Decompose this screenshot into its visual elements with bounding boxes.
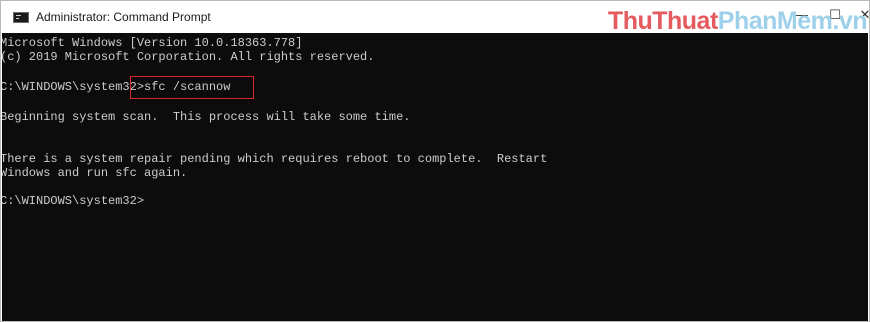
console-line-repair-pending: There is a system repair pending which r… bbox=[2, 152, 548, 166]
command-highlight-box bbox=[130, 76, 254, 99]
watermark-text-part1: ThuThuat bbox=[607, 7, 718, 35]
console-line-copyright: (c) 2019 Microsoft Corporation. All righ… bbox=[2, 50, 375, 64]
command-prompt-icon[interactable] bbox=[13, 12, 29, 23]
title-bar[interactable]: Administrator: Command Prompt — ☐ ✕ ThuT… bbox=[1, 1, 870, 35]
console-line-version: Microsoft Windows [Version 10.0.18363.77… bbox=[2, 36, 303, 50]
console-line-prompt: C:\WINDOWS\system32> bbox=[2, 194, 145, 208]
watermark-text-part3: .vn bbox=[832, 7, 867, 35]
window-title: Administrator: Command Prompt bbox=[36, 10, 211, 24]
watermark-logo: ThuThuatPhanMem.vn bbox=[607, 7, 868, 35]
command-prompt-window: Administrator: Command Prompt — ☐ ✕ ThuT… bbox=[0, 0, 870, 322]
console-line-scan-start: Beginning system scan. This process will… bbox=[2, 110, 411, 124]
console-line-run-again: Windows and run sfc again. bbox=[2, 166, 188, 180]
watermark-text-part2: PhanMem bbox=[717, 7, 833, 35]
console-output-area[interactable]: Microsoft Windows [Version 10.0.18363.77… bbox=[2, 33, 868, 321]
